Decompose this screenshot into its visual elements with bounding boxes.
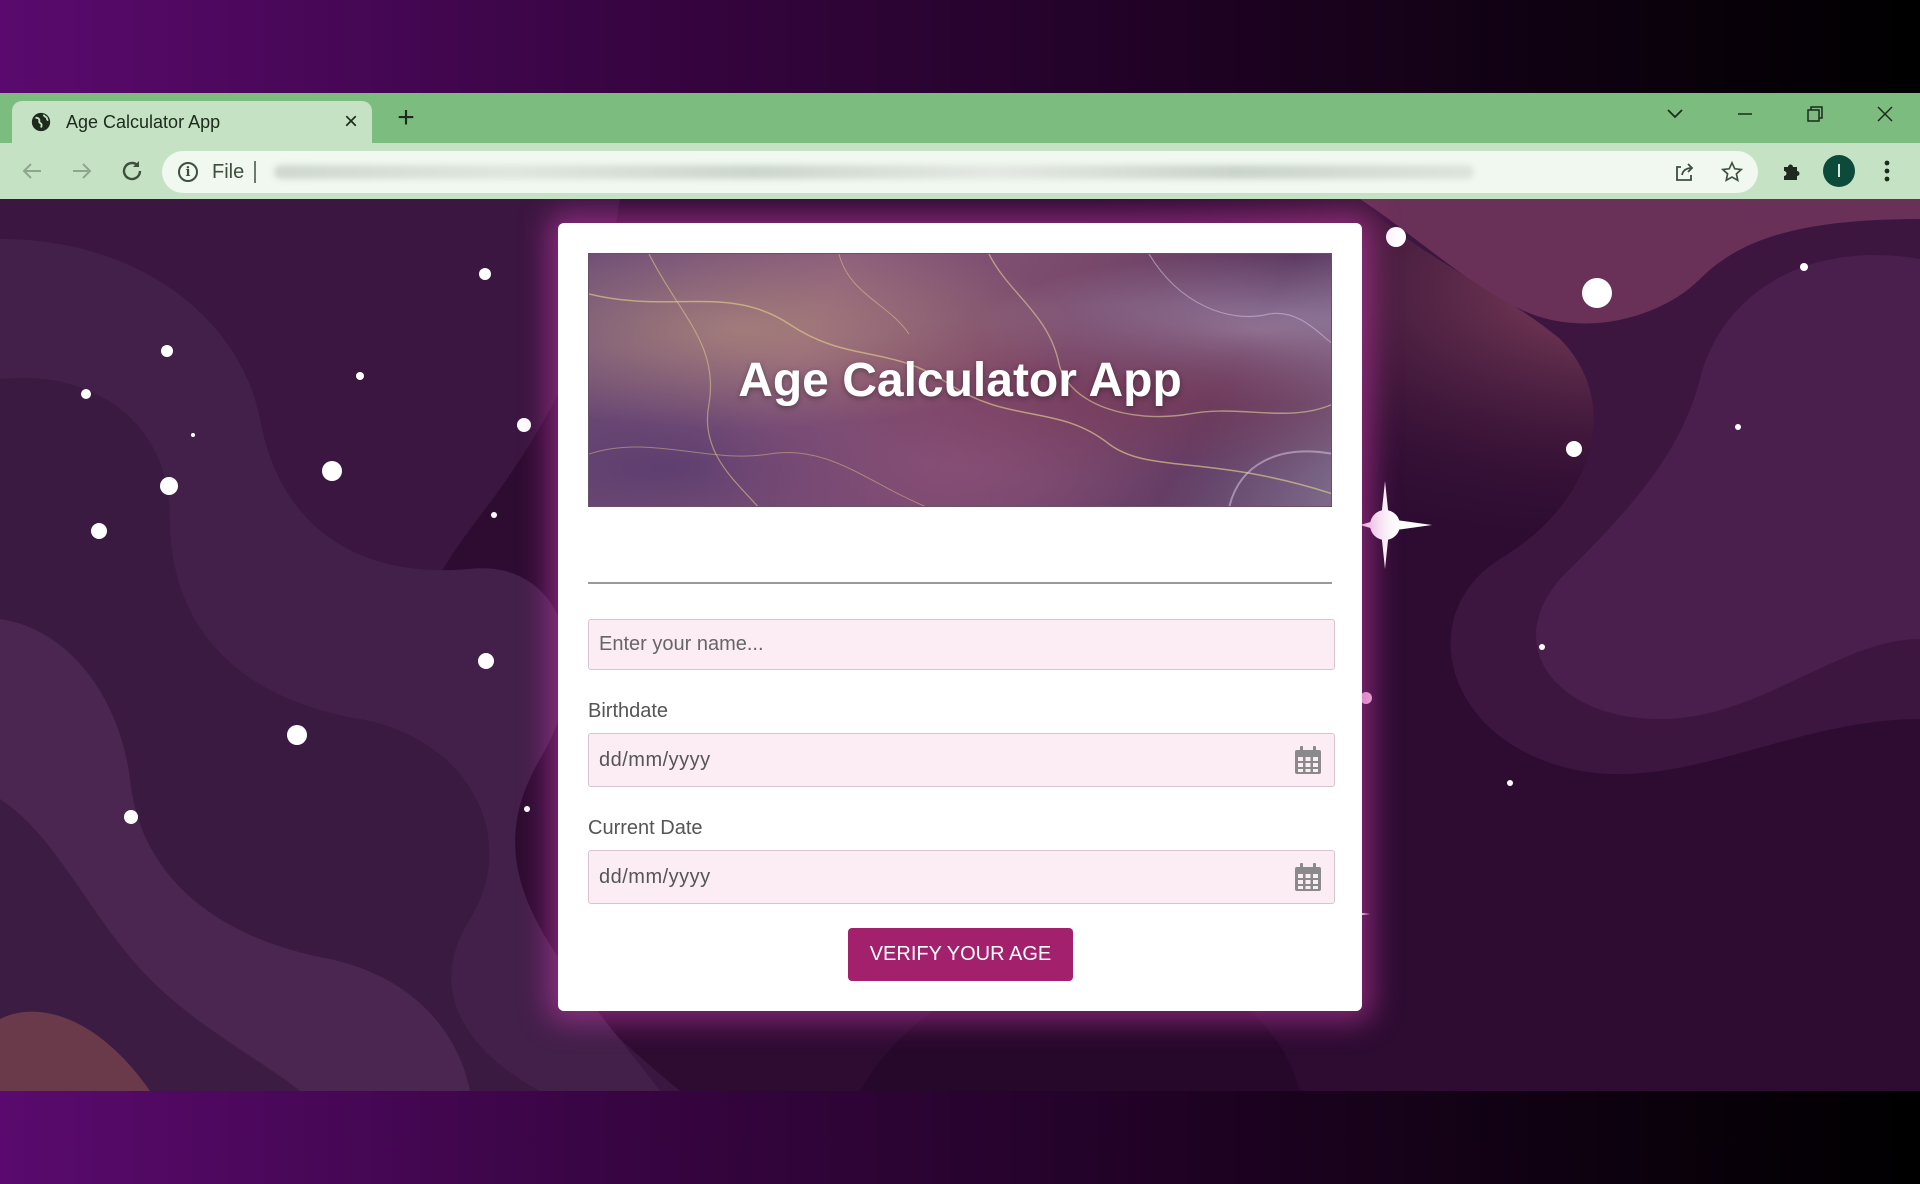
- verify-age-button[interactable]: VERIFY YOUR AGE: [848, 928, 1073, 981]
- calendar-icon[interactable]: [1294, 745, 1322, 775]
- birthdate-placeholder: dd/mm/yyyy: [599, 748, 711, 771]
- window-controls: [1640, 93, 1920, 135]
- url-text-blurred: [274, 165, 1475, 179]
- birthdate-label: Birthdate: [588, 700, 669, 722]
- reload-icon[interactable]: [108, 147, 156, 195]
- chevron-down-icon[interactable]: [1640, 93, 1710, 135]
- url-separator: [254, 161, 257, 183]
- info-icon[interactable]: i: [178, 162, 198, 182]
- current-date-placeholder: dd/mm/yyyy: [599, 865, 711, 888]
- page-viewport: Age Calculator App Birthdate dd/mm/yyyy: [0, 199, 1920, 1091]
- globe-icon: [31, 112, 51, 132]
- divider: [588, 582, 1332, 584]
- current-date-input[interactable]: dd/mm/yyyy: [588, 850, 1335, 904]
- star-icon[interactable]: [1720, 160, 1744, 184]
- url-scheme: File: [212, 160, 245, 183]
- plus-icon[interactable]: +: [390, 103, 422, 135]
- more-vertical-icon[interactable]: [1871, 155, 1903, 187]
- tab-age-calculator[interactable]: Age Calculator App ×: [12, 101, 372, 143]
- share-icon[interactable]: [1672, 160, 1696, 184]
- tab-title: Age Calculator App: [66, 111, 221, 132]
- current-date-label: Current Date: [588, 817, 703, 839]
- browser-window: Age Calculator App × + i File I Age Calc…: [0, 93, 1920, 1091]
- arrow-right-icon[interactable]: [58, 147, 106, 195]
- address-bar[interactable]: i File: [162, 151, 1758, 193]
- name-input[interactable]: [588, 619, 1335, 670]
- birthdate-input[interactable]: dd/mm/yyyy: [588, 733, 1335, 787]
- age-calculator-card: Age Calculator App Birthdate dd/mm/yyyy: [558, 223, 1362, 1011]
- browser-toolbar: i File I: [0, 143, 1920, 199]
- minimize-icon[interactable]: [1710, 93, 1780, 135]
- header-banner: Age Calculator App: [588, 253, 1332, 507]
- close-icon[interactable]: [1850, 93, 1920, 135]
- bottom-backdrop: [0, 1091, 1920, 1184]
- calendar-icon[interactable]: [1294, 862, 1322, 892]
- close-icon[interactable]: ×: [344, 110, 358, 134]
- page-title: Age Calculator App: [738, 353, 1182, 407]
- tab-bar: Age Calculator App × +: [0, 93, 1920, 143]
- arrow-left-icon[interactable]: [8, 147, 56, 195]
- restore-icon[interactable]: [1780, 93, 1850, 135]
- avatar[interactable]: I: [1823, 155, 1855, 187]
- puzzle-icon[interactable]: [1776, 155, 1808, 187]
